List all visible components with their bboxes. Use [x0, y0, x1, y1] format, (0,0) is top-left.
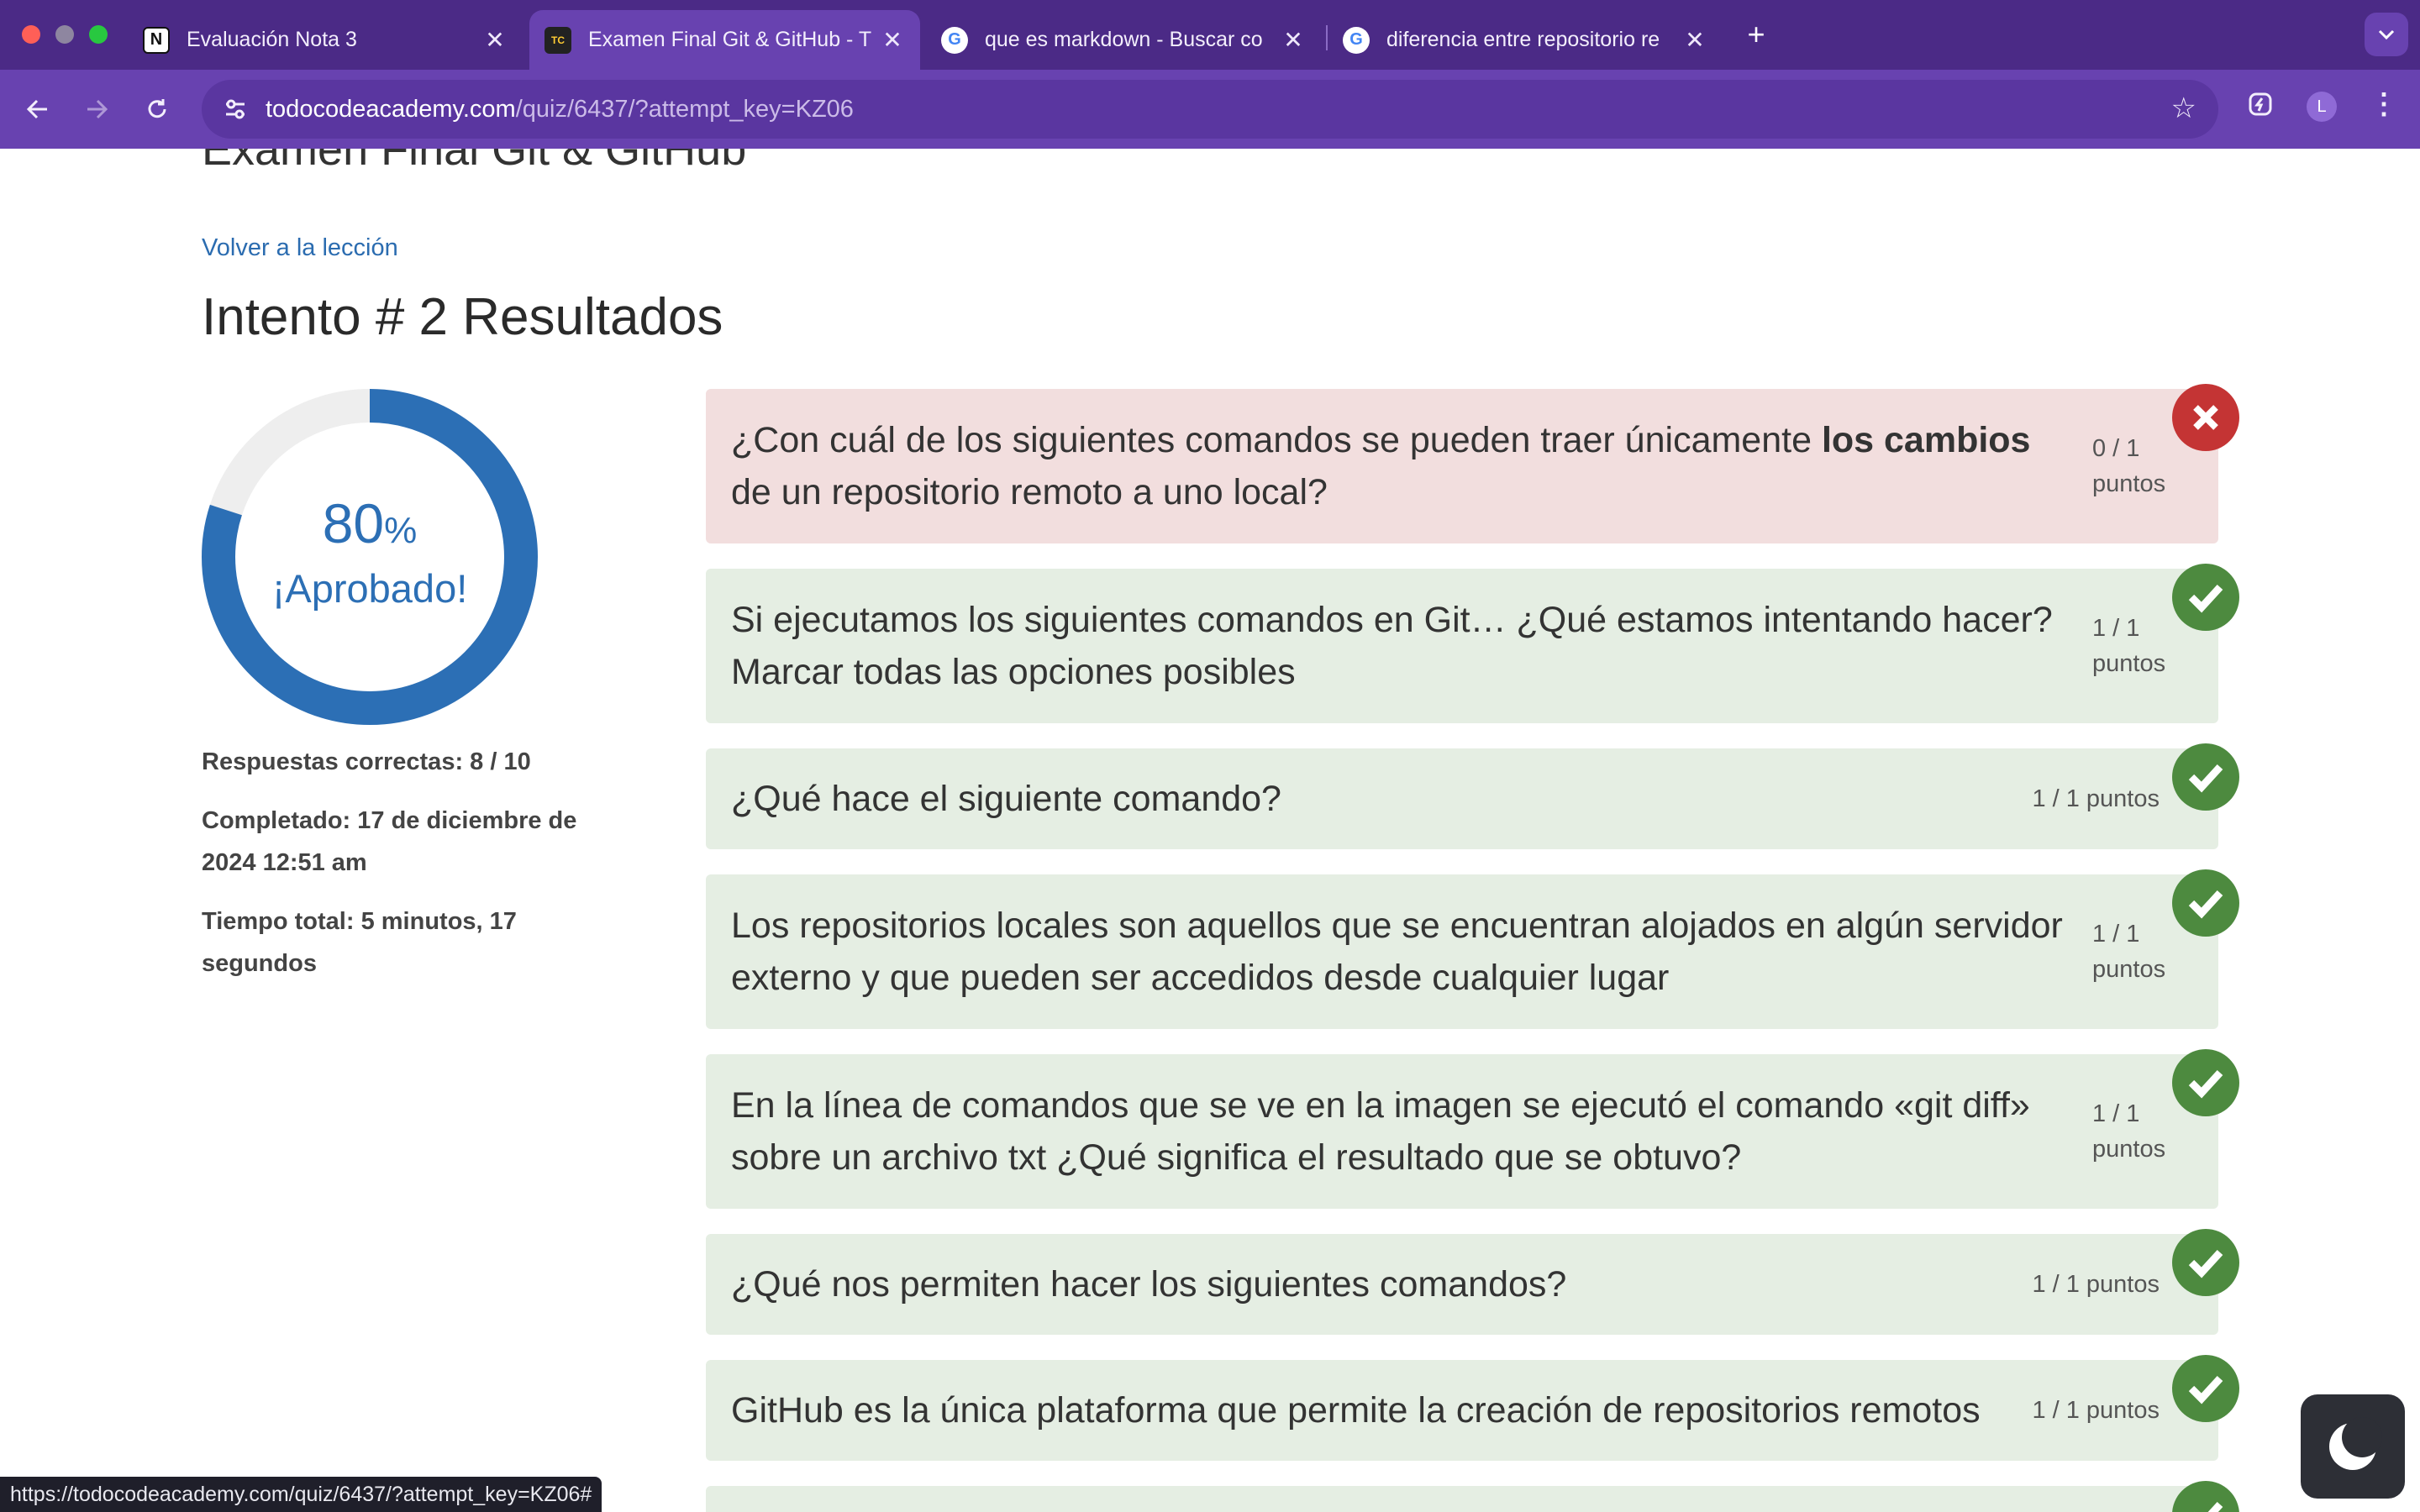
notion-icon: N [143, 26, 170, 54]
correct-icon [2172, 869, 2239, 937]
tab-examen-final[interactable]: TC Examen Final Git & GitHub - T ✕ [529, 10, 920, 70]
new-tab-button[interactable]: + [1739, 17, 1773, 52]
address-bar[interactable]: todocodeacademy.com/quiz/6437/?attempt_k… [202, 80, 2218, 139]
close-window-button[interactable] [22, 25, 40, 44]
browser-menu-icon[interactable]: ⋮ [2370, 87, 2398, 121]
score-donut: 80% ¡Aprobado! [202, 389, 538, 725]
correct-icon [2172, 743, 2239, 811]
dark-mode-toggle[interactable] [2301, 1394, 2405, 1499]
correct-icon [2172, 1481, 2239, 1512]
link-status-bar: https://todocodeacademy.com/quiz/6437/?a… [0, 1477, 602, 1512]
total-time: Tiempo total: 5 minutos, 17 segundos [202, 908, 517, 977]
chevron-down-icon [2378, 29, 2395, 40]
question-result[interactable]: ¿Con cuál de los siguientes comandos se … [706, 384, 2239, 543]
question-result[interactable]: ¿Qué hace el siguiente comando? 1 / 1 pu… [706, 743, 2239, 849]
site-settings-icon[interactable] [218, 92, 252, 126]
question-result[interactable]: Si ejecutamos los siguientes comandos en… [706, 564, 2239, 723]
tab-title: que es markdown - Buscar co [985, 28, 1263, 51]
reload-icon [148, 99, 166, 118]
question-result[interactable] [706, 1481, 2239, 1512]
question-text-part: ¿Con cuál de los siguientes comandos se … [731, 420, 1822, 460]
close-tab-icon[interactable]: ✕ [1682, 26, 1707, 54]
arrow-right-icon [87, 99, 108, 119]
score-unit: puntos [2092, 470, 2166, 497]
arrow-left-icon [26, 99, 47, 119]
tab-markdown[interactable]: G que es markdown - Buscar co ✕ [926, 10, 1321, 70]
browser-chrome: N Evaluación Nota 3 ✕ TC Examen Final Gi… [0, 0, 2420, 149]
url-text: todocodeacademy.com/quiz/6437/?attempt_k… [266, 96, 854, 123]
tab-title: Examen Final Git & GitHub - T [588, 28, 872, 51]
question-result[interactable]: GitHub es la única plataforma que permit… [706, 1355, 2239, 1461]
browser-toolbar: todocodeacademy.com/quiz/6437/?attempt_k… [0, 70, 2420, 149]
correct-answers: Respuestas correctas: 8 / 10 [202, 748, 531, 775]
question-result[interactable]: Los repositorios locales son aquellos qu… [706, 869, 2239, 1029]
question-text: ¿Con cuál de los siguientes comandos se … [731, 414, 2084, 518]
reload-button[interactable] [136, 88, 178, 130]
score-number: 80 [322, 492, 385, 554]
question-text: En la línea de comandos que se ve en la … [731, 1085, 2030, 1178]
question-result[interactable]: En la línea de comandos que se ve en la … [706, 1049, 2239, 1209]
tab-title: diferencia entre repositorio re [1386, 28, 1660, 51]
todocode-icon: TC [544, 26, 571, 54]
correct-icon [2172, 1049, 2239, 1116]
page-content: Examen Final Git & GitHub Volver a la le… [0, 149, 2420, 1512]
tab-bar: N Evaluación Nota 3 ✕ TC Examen Final Gi… [0, 0, 2420, 70]
question-text: Los repositorios locales son aquellos qu… [731, 906, 2063, 998]
score-percent: 80% [202, 491, 538, 555]
google-icon: G [941, 26, 968, 54]
exam-title: Examen Final Git & GitHub [202, 149, 747, 175]
google-icon: G [1343, 26, 1370, 54]
bookmark-star-icon[interactable]: ☆ [2171, 92, 2196, 125]
tab-evaluacion[interactable]: N Evaluación Nota 3 ✕ [128, 10, 523, 70]
incorrect-icon [2172, 384, 2239, 451]
question-text: Si ejecutamos los siguientes comandos en… [731, 600, 2053, 692]
score-symbol: % [384, 510, 418, 551]
score-unit: puntos [2092, 956, 2166, 983]
back-to-lesson-link[interactable]: Volver a la lección [202, 234, 398, 262]
question-text: ¿Qué nos permiten hacer los siguientes c… [731, 1264, 1567, 1305]
close-tab-icon[interactable]: ✕ [1281, 26, 1306, 54]
tab-repositorio[interactable]: G diferencia entre repositorio re ✕ [1328, 10, 1723, 70]
question-text: ¿Qué hace el siguiente comando? [731, 779, 1281, 819]
completed-date: Completado: 17 de diciembre de 2024 12:5… [202, 807, 577, 876]
question-text-part: de un repositorio remoto a uno local? [731, 472, 1328, 512]
correct-icon [2172, 1229, 2239, 1296]
result-stats: Respuestas correctas: 8 / 10 Completado:… [202, 741, 580, 1001]
maximize-window-button[interactable] [89, 25, 108, 44]
score-ring [202, 389, 538, 725]
close-tab-icon[interactable]: ✕ [880, 26, 905, 54]
profile-avatar[interactable]: L [2307, 92, 2337, 122]
score-unit: puntos [2092, 650, 2166, 677]
attempt-heading: Intento # 2 Resultados [202, 288, 723, 346]
minimize-window-button[interactable] [55, 25, 74, 44]
score-unit: puntos [2092, 1136, 2166, 1163]
tab-search-button[interactable] [2365, 13, 2408, 56]
extension-icon[interactable] [2244, 87, 2277, 121]
moon-icon [2329, 1417, 2382, 1470]
question-text: GitHub es la única plataforma que permit… [731, 1390, 1981, 1431]
correct-icon [2172, 564, 2239, 631]
forward-button[interactable] [76, 88, 118, 130]
correct-icon [2172, 1355, 2239, 1422]
tab-title: Evaluación Nota 3 [187, 28, 357, 51]
back-button[interactable] [17, 88, 59, 130]
pass-status: ¡Aprobado! [271, 566, 468, 611]
question-result[interactable]: ¿Qué nos permiten hacer los siguientes c… [706, 1229, 2239, 1335]
url-domain: todocodeacademy.com [266, 95, 516, 123]
url-path: /quiz/6437/?attempt_key=KZ06 [515, 95, 854, 123]
question-text-bold: los cambios [1821, 420, 2031, 460]
close-tab-icon[interactable]: ✕ [482, 26, 508, 54]
